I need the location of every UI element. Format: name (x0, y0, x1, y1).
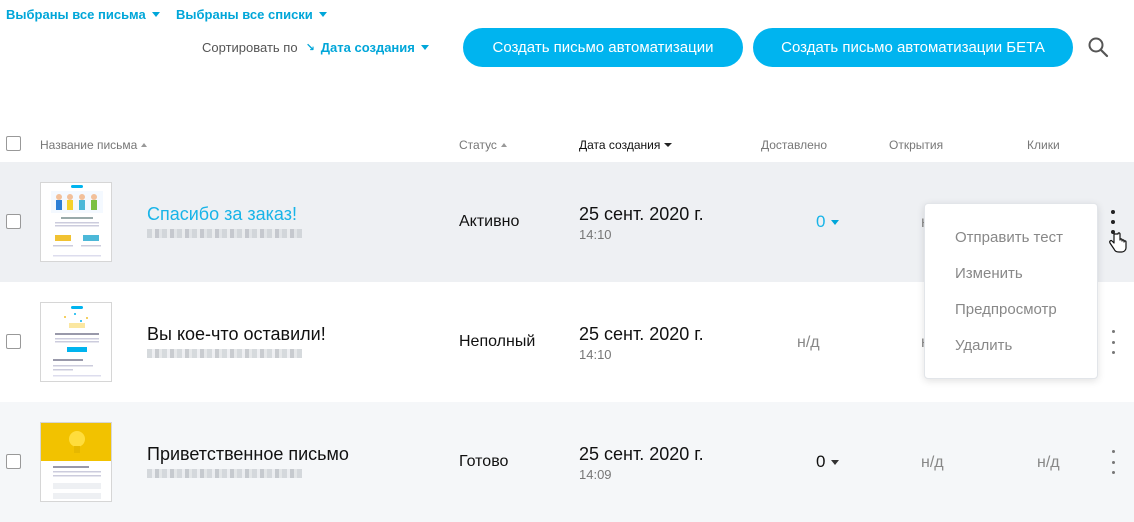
table-row[interactable]: Приветственное письмо Готово 25 сент. 20… (0, 402, 1134, 522)
sort-down-icon (664, 143, 673, 147)
more-vertical-icon[interactable] (1106, 210, 1120, 234)
header-name[interactable]: Название письма (40, 138, 148, 152)
create-automation-letter-beta-button[interactable]: Создать письмо автоматизации БЕТА (753, 28, 1073, 67)
header-created-label: Дата создания (579, 138, 661, 152)
email-subject-redacted (147, 349, 302, 358)
menu-item-preview[interactable]: Предпросмотр (955, 301, 1057, 318)
letters-filter[interactable]: Выбраны все письма (6, 7, 160, 22)
email-thumbnail[interactable] (40, 302, 112, 382)
status-text: Активно (459, 213, 520, 230)
sort-value: Дата создания (320, 40, 415, 55)
letters-filter-label: Выбраны все письма (6, 7, 146, 22)
delivered-value: 0 (816, 212, 826, 231)
lists-filter-label: Выбраны все списки (176, 7, 313, 22)
header-clicks[interactable]: Клики (1027, 138, 1060, 152)
delivered-dropdown[interactable]: 0 (816, 212, 840, 232)
created-date: 25 сент. 2020 г. (579, 204, 704, 224)
clicks-value: н/д (1037, 454, 1060, 471)
row-checkbox[interactable] (6, 334, 21, 349)
email-subject-redacted (147, 469, 302, 478)
delivered-dropdown[interactable]: 0 (816, 452, 840, 472)
caret-down-icon (420, 45, 429, 50)
created-time: 14:09 (579, 467, 612, 482)
menu-item-delete[interactable]: Удалить (955, 337, 1012, 354)
header-delivered-label: Доставлено (761, 138, 828, 152)
header-clicks-label: Клики (1027, 138, 1060, 152)
row-checkbox[interactable] (6, 214, 21, 229)
sort-direction-icon: ↘ (305, 42, 315, 54)
email-name-link[interactable]: Вы кое-что оставили! (147, 324, 326, 345)
sort-up-icon (141, 143, 148, 147)
sort-control: Сортировать по ↘ Дата создания (202, 40, 429, 55)
sort-dropdown[interactable]: ↘ Дата создания (306, 40, 429, 55)
sort-label: Сортировать по (202, 40, 298, 55)
menu-item-edit[interactable]: Изменить (955, 265, 1023, 282)
menu-item-send-test[interactable]: Отправить тест (955, 229, 1063, 246)
header-status[interactable]: Статус (459, 138, 507, 152)
opens-value: н/д (921, 454, 944, 471)
created-time: 14:10 (579, 347, 612, 362)
sort-up-icon (500, 143, 507, 147)
created-date: 25 сент. 2020 г. (579, 444, 704, 464)
create-button-label: Создать письмо автоматизации (492, 39, 714, 56)
select-all-checkbox[interactable] (6, 136, 21, 151)
search-icon[interactable] (1087, 36, 1109, 58)
email-thumbnail[interactable] (40, 182, 112, 262)
caret-down-icon (831, 219, 840, 225)
row-checkbox[interactable] (6, 454, 21, 469)
more-vertical-icon[interactable] (1106, 330, 1120, 354)
delivered-value: н/д (797, 334, 820, 351)
header-status-label: Статус (459, 138, 497, 152)
caret-down-icon (831, 459, 840, 465)
row-context-menu: Отправить тест Изменить Предпросмотр Уда… (924, 203, 1098, 379)
status-text: Готово (459, 453, 509, 470)
header-opens-label: Открытия (889, 138, 944, 152)
table-header: Название письма Статус Дата создания Дос… (0, 128, 1134, 162)
header-created[interactable]: Дата создания (579, 138, 673, 152)
email-subject-redacted (147, 229, 302, 238)
header-opens[interactable]: Открытия (889, 138, 943, 152)
more-vertical-icon[interactable] (1106, 450, 1120, 474)
hand-pointer-icon (1109, 232, 1127, 253)
status-text: Неполный (459, 333, 536, 350)
lists-filter[interactable]: Выбраны все списки (176, 7, 327, 22)
caret-down-icon (318, 12, 327, 17)
header-name-label: Название письма (40, 138, 138, 152)
email-name-link[interactable]: Приветственное письмо (147, 444, 349, 465)
caret-down-icon (151, 12, 160, 17)
create-beta-button-label: Создать письмо автоматизации БЕТА (781, 39, 1045, 56)
email-name-link[interactable]: Спасибо за заказ! (147, 204, 297, 225)
header-delivered[interactable]: Доставлено (761, 138, 827, 152)
toolbar: Выбраны все письма Выбраны все списки Со… (0, 0, 1134, 100)
email-thumbnail[interactable] (40, 422, 112, 502)
delivered-value: 0 (816, 452, 826, 471)
created-time: 14:10 (579, 227, 612, 242)
created-date: 25 сент. 2020 г. (579, 324, 704, 344)
create-automation-letter-button[interactable]: Создать письмо автоматизации (463, 28, 743, 67)
